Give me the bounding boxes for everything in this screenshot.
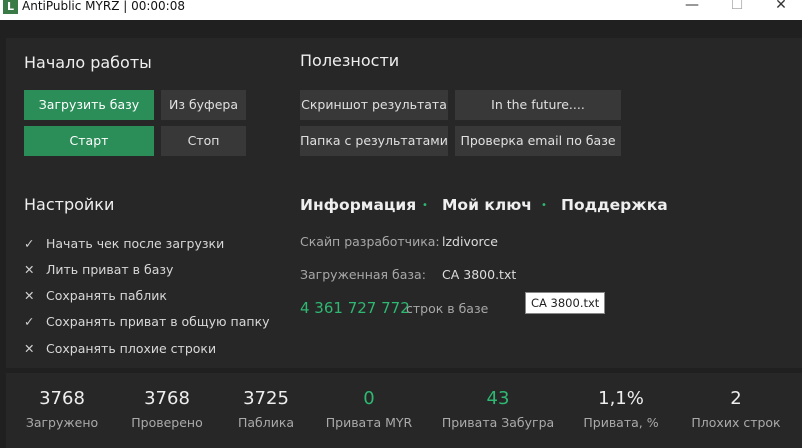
stat-value: 1,1%: [598, 388, 644, 409]
line-count-label: строк в базе: [406, 301, 489, 316]
cross-icon: ✕: [24, 288, 35, 303]
stat-label: Привата MYR: [325, 415, 413, 430]
load-base-button[interactable]: Загрузить базу: [24, 90, 154, 120]
cross-icon: ✕: [24, 262, 35, 277]
checkmark-icon: ✓: [24, 314, 35, 329]
settings-section-title: Настройки: [24, 195, 115, 214]
minimize-button[interactable]: —: [672, 0, 712, 14]
filename-tooltip: CA 3800.txt: [525, 292, 606, 314]
setting-save-private-common[interactable]: ✓ Сохранять приват в общую папку: [24, 313, 270, 331]
close-button[interactable]: ✕: [761, 0, 801, 14]
tab-my-key[interactable]: Мой ключ: [442, 195, 532, 215]
tab-info[interactable]: Информация: [300, 195, 416, 215]
stat-value: 3725: [243, 388, 289, 409]
setting-label: Сохранять паблик: [46, 288, 167, 303]
setting-check-after-load[interactable]: ✓ Начать чек после загрузки: [24, 235, 224, 253]
stat-value: 0: [363, 388, 375, 409]
start-section-title: Начало работы: [24, 53, 152, 72]
setting-save-public[interactable]: ✕ Сохранять паблик: [24, 287, 167, 305]
email-check-button[interactable]: Проверка email по базе: [455, 126, 621, 156]
tab-support[interactable]: Поддержка: [561, 195, 668, 215]
setting-push-private[interactable]: ✕ Лить приват в базу: [24, 261, 173, 279]
cross-icon: ✕: [24, 341, 35, 356]
from-clipboard-button[interactable]: Из буфера: [161, 90, 246, 120]
loaded-base-label: Загруженная база:: [300, 267, 426, 282]
setting-label: Сохранять плохие строки: [46, 341, 217, 356]
setting-label: Начать чек после загрузки: [46, 236, 225, 251]
maximize-button[interactable]: ☐: [717, 0, 757, 14]
checkmark-icon: ✓: [24, 236, 35, 251]
setting-save-bad-lines[interactable]: ✕ Сохранять плохие строки: [24, 340, 216, 358]
stat-value: 3768: [144, 388, 190, 409]
setting-label: Сохранять приват в общую папку: [46, 314, 270, 329]
skype-label: Скайп разработчика:: [300, 234, 440, 249]
window-title: AntiPublic MYRZ | 00:00:08: [22, 0, 185, 13]
start-button[interactable]: Старт: [24, 126, 154, 156]
stat-label: Привата Забугра: [441, 415, 555, 430]
separator-dot-icon: •: [541, 200, 547, 211]
stat-label: Проверено: [131, 415, 203, 430]
results-folder-button[interactable]: Папка с результатами: [300, 126, 448, 156]
app-logo-icon: L: [3, 0, 18, 14]
stat-label: Плохих строк: [691, 415, 781, 430]
stat-value: 43: [486, 388, 510, 409]
stat-value: 2: [730, 388, 742, 409]
screenshot-result-button[interactable]: Скриншот результата: [300, 90, 448, 120]
stat-label: Привата, %: [583, 415, 659, 430]
loaded-base-value: CA 3800.txt: [442, 267, 517, 282]
setting-label: Лить приват в базу: [46, 262, 174, 277]
useful-section-title: Полезности: [300, 51, 400, 70]
stop-button[interactable]: Стоп: [161, 126, 246, 156]
separator-dot-icon: •: [422, 200, 428, 211]
future-button[interactable]: In the future....: [455, 90, 621, 120]
stat-label: Загружено: [25, 415, 99, 430]
line-count-value: 4 361 727 772: [300, 299, 410, 317]
stat-value: 3768: [39, 388, 85, 409]
stats-bar: 3768 Загружено 3768 Проверено 3725 Пабли…: [6, 373, 802, 448]
stat-label: Паблика: [237, 415, 295, 430]
skype-value: lzdivorce: [442, 234, 498, 249]
window-titlebar: L AntiPublic MYRZ | 00:00:08 — ☐ ✕: [0, 0, 802, 20]
